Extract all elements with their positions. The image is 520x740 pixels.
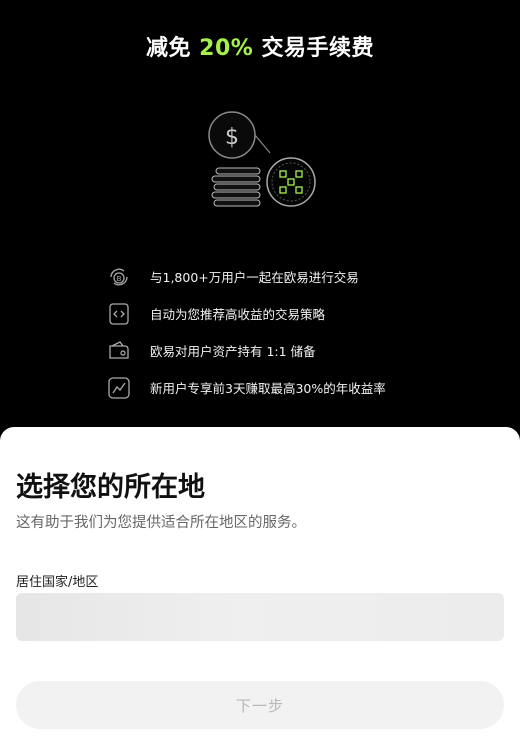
promo-title: 减免 20% 交易手续费	[0, 30, 520, 62]
feature-item: 自动为您推荐高收益的交易策略	[106, 295, 466, 332]
hero-illustration: $	[208, 111, 316, 207]
coin-stack-icon	[211, 167, 261, 207]
promo-title-highlight: 20%	[199, 36, 254, 61]
feature-text: 欧易对用户资产持有 1:1 储备	[150, 344, 316, 359]
feature-item: 欧易对用户资产持有 1:1 储备	[106, 332, 466, 369]
promo-title-prefix: 减免	[145, 36, 200, 61]
feature-list: B 与1,800+万用户一起在欧易进行交易 自动为您推荐高收益的交易策略 欧易对…	[106, 258, 466, 406]
wallet-icon	[109, 340, 129, 359]
svg-text:B: B	[117, 275, 122, 283]
sheet-subtitle: 这有助于我们为您提供适合所在地区的服务。	[16, 515, 306, 531]
dollar-coin-icon: $	[208, 111, 271, 159]
feature-text: 自动为您推荐高收益的交易策略	[150, 307, 326, 322]
promo-title-suffix: 交易手续费	[253, 36, 374, 61]
feature-item: 新用户专享前3天赚取最高30%的年收益率	[106, 369, 466, 406]
bitcoin-exchange-icon: B	[110, 268, 128, 285]
country-select-field[interactable]	[16, 593, 504, 641]
sheet-title: 选择您的所在地	[16, 472, 205, 503]
okx-logo-coin-icon	[266, 157, 316, 207]
feature-text: 新用户专享前3天赚取最高30%的年收益率	[150, 381, 386, 396]
promo-section: 减免 20% 交易手续费 $ B 与1,800+万用户一起在欧易进行交易 自动为…	[0, 0, 520, 430]
svg-text:$: $	[225, 125, 239, 150]
growth-chart-icon	[108, 376, 130, 399]
next-button[interactable]: 下一步	[16, 681, 504, 729]
feature-text: 与1,800+万用户一起在欧易进行交易	[150, 270, 359, 285]
country-field-label: 居住国家/地区	[16, 575, 99, 590]
feature-item: B 与1,800+万用户一起在欧易进行交易	[106, 258, 466, 295]
code-document-icon	[109, 302, 129, 325]
location-sheet: 选择您的所在地 这有助于我们为您提供适合所在地区的服务。 居住国家/地区 下一步	[0, 427, 520, 740]
